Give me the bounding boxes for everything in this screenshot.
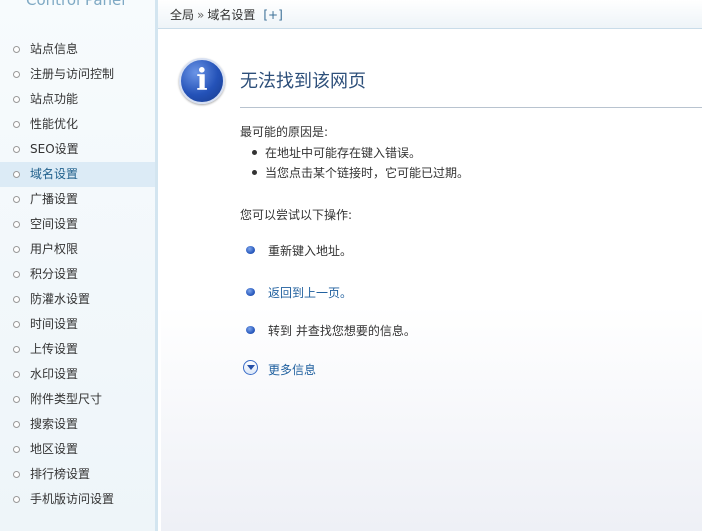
reason-text: 在地址中可能存在键入错误。	[265, 146, 422, 160]
circle-bullet-icon	[13, 171, 20, 178]
sidebar-item-label: 广播设置	[30, 192, 79, 206]
circle-bullet-icon	[13, 46, 20, 53]
sidebar-item-label: 排行榜设置	[30, 467, 91, 481]
circle-bullet-icon	[13, 371, 20, 378]
sidebar-item-seo[interactable]: SEO设置	[0, 137, 155, 162]
sidebar-item-label: 性能优化	[30, 117, 79, 131]
sidebar-item-space[interactable]: 空间设置	[0, 212, 155, 237]
blue-ball-icon	[246, 326, 255, 334]
circle-bullet-icon	[13, 321, 20, 328]
action-retype-address: 重新键入地址。	[246, 242, 353, 259]
sidebar-item-label: 注册与访问控制	[30, 67, 115, 81]
circle-bullet-icon	[13, 496, 20, 503]
sidebar-item-user-permissions[interactable]: 用户权限	[0, 237, 155, 262]
sidebar-item-label: SEO设置	[30, 142, 79, 156]
try-heading: 您可以尝试以下操作:	[240, 208, 353, 222]
sidebar-nav: 站点信息 注册与访问控制 站点功能 性能优化 SEO设置 域名设置 广播设置 空…	[0, 37, 155, 512]
bullet-dot-icon	[252, 150, 257, 155]
page-title: 无法找到该网页	[240, 71, 366, 92]
circle-bullet-icon	[13, 446, 20, 453]
sidebar-item-ranking[interactable]: 排行榜设置	[0, 462, 155, 487]
logo-text: Control Panel	[26, 0, 126, 9]
circle-bullet-icon	[13, 421, 20, 428]
reason-item: 在地址中可能存在键入错误。	[252, 144, 422, 161]
divider	[240, 107, 702, 108]
sidebar-item-registration-access[interactable]: 注册与访问控制	[0, 62, 155, 87]
sidebar-item-time[interactable]: 时间设置	[0, 312, 155, 337]
sidebar-item-domain[interactable]: 域名设置	[0, 162, 155, 187]
sidebar-item-anti-spam[interactable]: 防灌水设置	[0, 287, 155, 312]
sidebar-item-attachment-types[interactable]: 附件类型尺寸	[0, 387, 155, 412]
circle-bullet-icon	[13, 296, 20, 303]
sidebar-item-label: 水印设置	[30, 367, 79, 381]
sidebar-item-site-features[interactable]: 站点功能	[0, 87, 155, 112]
chevron-down-circle-icon[interactable]	[243, 360, 258, 375]
add-shortcut-button[interactable]: [+]	[263, 8, 282, 22]
sidebar-item-label: 地区设置	[30, 442, 79, 456]
more-info-text[interactable]: 更多信息	[268, 363, 316, 377]
action-text: 转到 并查找您想要的信息。	[268, 324, 416, 338]
reason-item: 当您点击某个链接时，它可能已过期。	[252, 164, 470, 181]
sidebar-item-label: 手机版访问设置	[30, 492, 115, 506]
circle-bullet-icon	[13, 246, 20, 253]
bullet-dot-icon	[252, 170, 257, 175]
sidebar-item-region[interactable]: 地区设置	[0, 437, 155, 462]
sidebar-item-upload[interactable]: 上传设置	[0, 337, 155, 362]
sidebar-item-site-info[interactable]: 站点信息	[0, 37, 155, 62]
sidebar-item-label: 附件类型尺寸	[30, 392, 103, 406]
sidebar-item-label: 站点功能	[30, 92, 79, 106]
sidebar-item-mobile-access[interactable]: 手机版访问设置	[0, 487, 155, 512]
action-text[interactable]: 返回到上一页。	[268, 286, 352, 300]
action-go-back-link[interactable]: 返回到上一页。	[246, 284, 352, 301]
sidebar-item-credits[interactable]: 积分设置	[0, 262, 155, 287]
circle-bullet-icon	[13, 96, 20, 103]
action-text: 重新键入地址。	[268, 244, 353, 258]
circle-bullet-icon	[13, 346, 20, 353]
breadcrumb-separator: »	[197, 8, 205, 22]
more-info-link[interactable]: 更多信息	[243, 360, 316, 378]
sidebar-item-label: 搜索设置	[30, 417, 79, 431]
sidebar-item-label: 上传设置	[30, 342, 79, 356]
sidebar-item-performance[interactable]: 性能优化	[0, 112, 155, 137]
sidebar-item-label: 域名设置	[30, 167, 79, 181]
sidebar-item-label: 积分设置	[30, 267, 79, 281]
circle-bullet-icon	[13, 196, 20, 203]
circle-bullet-icon	[13, 71, 20, 78]
sidebar-item-label: 站点信息	[30, 42, 79, 56]
logo: Control Panel	[0, 0, 155, 30]
breadcrumb: 全局» 域名设置 [+]	[170, 6, 283, 23]
reasons-heading: 最可能的原因是:	[240, 125, 329, 139]
sidebar-item-label: 时间设置	[30, 317, 79, 331]
sidebar-item-label: 用户权限	[30, 242, 79, 256]
sidebar-item-watermark[interactable]: 水印设置	[0, 362, 155, 387]
action-goto-find-info: 转到 并查找您想要的信息。	[246, 322, 416, 339]
breadcrumb-root[interactable]: 全局	[170, 8, 194, 22]
sidebar-item-label: 防灌水设置	[30, 292, 91, 306]
breadcrumb-current: 域名设置	[207, 8, 256, 22]
sidebar: Control Panel 站点信息 注册与访问控制 站点功能 性能优化 SEO…	[0, 0, 158, 531]
blue-ball-icon	[246, 288, 255, 296]
reason-text: 当您点击某个链接时，它可能已过期。	[265, 166, 470, 180]
sidebar-item-label: 空间设置	[30, 217, 79, 231]
circle-bullet-icon	[13, 146, 20, 153]
blue-ball-icon	[246, 246, 255, 254]
info-icon: i	[179, 58, 225, 104]
circle-bullet-icon	[13, 271, 20, 278]
circle-bullet-icon	[13, 396, 20, 403]
circle-bullet-icon	[13, 471, 20, 478]
sidebar-item-search[interactable]: 搜索设置	[0, 412, 155, 437]
circle-bullet-icon	[13, 221, 20, 228]
circle-bullet-icon	[13, 121, 20, 128]
sidebar-item-broadcast[interactable]: 广播设置	[0, 187, 155, 212]
header-bar: 全局» 域名设置 [+]	[158, 0, 702, 29]
main-content: i 无法找到该网页 最可能的原因是: 在地址中可能存在键入错误。 当您点击某个链…	[161, 30, 702, 531]
